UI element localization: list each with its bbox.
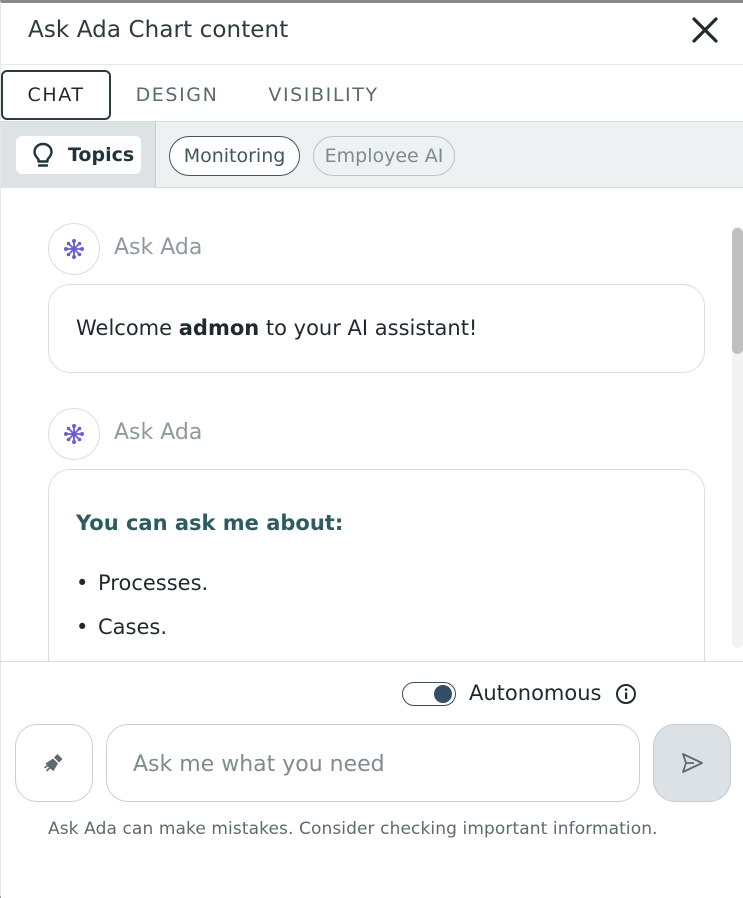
- topics-button[interactable]: Topics: [16, 136, 141, 174]
- scrollbar-thumb[interactable]: [732, 228, 743, 354]
- message-sender: Ask Ada: [114, 235, 203, 260]
- capabilities-heading: You can ask me about:: [76, 511, 344, 535]
- chip-monitoring[interactable]: Monitoring: [169, 136, 300, 176]
- topics-bar: Topics Monitoring Employee AI: [1, 121, 743, 188]
- username: admon: [178, 316, 260, 340]
- send-button[interactable]: [653, 724, 731, 802]
- lightbulb-icon: [33, 142, 53, 167]
- list-item: • Processes.: [76, 571, 209, 595]
- chip-employee-ai[interactable]: Employee AI: [313, 136, 455, 176]
- autonomous-label: Autonomous: [469, 681, 602, 705]
- welcome-text: Welcome admon to your AI assistant!: [76, 316, 478, 340]
- panel-title: Ask Ada Chart content: [28, 17, 289, 43]
- network-node-icon: [64, 424, 84, 444]
- ada-avatar: [48, 223, 100, 275]
- chat-footer: Autonomous Ask Ada can make mistakes. Co…: [1, 661, 743, 898]
- tab-chat[interactable]: CHAT: [1, 70, 111, 120]
- message-bubble-capabilities: You can ask me about: • Processes. • Cases…: [48, 469, 705, 661]
- tab-design[interactable]: DESIGN: [121, 70, 233, 120]
- send-icon: [682, 753, 703, 773]
- message-sender: Ask Ada: [114, 420, 203, 445]
- list-item: • Cases.: [76, 615, 168, 639]
- network-node-icon: [64, 239, 84, 259]
- topics-label: Topics: [68, 144, 135, 166]
- panel-header: Ask Ada Chart content: [1, 3, 743, 61]
- chat-input-wrapper: [106, 724, 640, 802]
- tab-bar: CHAT DESIGN VISIBILITY: [1, 64, 743, 120]
- ask-ada-panel: Ask Ada Chart content CHAT DESIGN VISIBI…: [0, 0, 743, 898]
- chat-input[interactable]: [133, 745, 613, 783]
- autonomous-toggle[interactable]: [402, 682, 456, 706]
- ada-avatar: [48, 408, 100, 460]
- tab-visibility[interactable]: VISIBILITY: [251, 70, 396, 120]
- disclaimer-text: Ask Ada can make mistakes. Consider chec…: [48, 819, 658, 839]
- topics-cell: Topics: [1, 122, 156, 188]
- broom-icon: [44, 754, 63, 772]
- info-button[interactable]: [615, 683, 637, 705]
- close-icon: [692, 17, 718, 43]
- toggle-knob: [434, 685, 452, 703]
- clear-chat-button[interactable]: [15, 724, 93, 802]
- chat-messages[interactable]: Ask Ada Welcome admon to your AI assista…: [1, 189, 743, 661]
- info-icon: [616, 684, 636, 704]
- close-button[interactable]: [688, 13, 722, 47]
- message-bubble-welcome: Welcome admon to your AI assistant!: [48, 284, 705, 373]
